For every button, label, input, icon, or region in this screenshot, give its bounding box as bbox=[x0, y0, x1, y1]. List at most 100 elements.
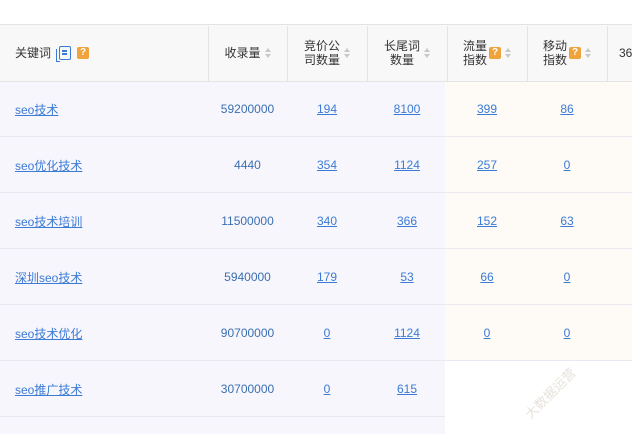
cell-traffic: 399 bbox=[447, 81, 527, 137]
keyword-link[interactable]: 深圳seo技术 bbox=[15, 269, 82, 286]
cell-competitors-value[interactable]: 194 bbox=[317, 102, 337, 116]
cell-volume-value: 30700000 bbox=[220, 382, 275, 396]
cell-volume-value: 5940000 bbox=[224, 270, 271, 284]
cell-mobile: 0 bbox=[527, 137, 607, 193]
header-traffic[interactable]: 流量 指数 ? bbox=[447, 25, 527, 81]
cell-traffic: 0 bbox=[447, 305, 527, 361]
cell-volume: 4440 bbox=[208, 137, 287, 193]
cell-competitors: 0 bbox=[287, 305, 367, 361]
cell-longtail: 1124 bbox=[367, 305, 447, 361]
table-header: 关键词 ? 收录量 竞价公 司数量 长尾词 数量 流量 指数 ? 移动 指数 ?… bbox=[0, 24, 632, 82]
keyword-link[interactable]: seo推广技术 bbox=[15, 381, 82, 398]
cell-volume-value: 59200000 bbox=[220, 102, 275, 116]
keyword-link[interactable]: seo优化技术 bbox=[15, 157, 82, 174]
cell-traffic bbox=[447, 361, 527, 417]
header-mobile-label: 移动 指数 bbox=[542, 39, 567, 67]
header-traffic-label: 流量 指数 bbox=[462, 39, 487, 67]
table-row: seo优化技术 4440 354 1124 257 0 bbox=[0, 137, 632, 193]
cell-competitors-value[interactable]: 340 bbox=[317, 214, 337, 228]
help-icon[interactable]: ? bbox=[77, 47, 90, 59]
row-divider bbox=[0, 416, 445, 417]
table-row: seo技术 59200000 194 8100 399 86 bbox=[0, 81, 632, 137]
cell-mobile-value[interactable]: 86 bbox=[560, 102, 573, 116]
cell-longtail-value[interactable]: 8100 bbox=[394, 102, 421, 116]
cell-keyword: seo技术 bbox=[15, 81, 58, 137]
header-longtail[interactable]: 长尾词 数量 bbox=[367, 25, 447, 81]
cell-traffic-value[interactable]: 66 bbox=[480, 270, 493, 284]
cell-volume: 5940000 bbox=[208, 249, 287, 305]
copy-icon[interactable] bbox=[56, 46, 72, 62]
cell-longtail: 8100 bbox=[367, 81, 447, 137]
cell-competitors-value[interactable]: 179 bbox=[317, 270, 337, 284]
sort-icon[interactable] bbox=[264, 48, 271, 58]
cell-longtail-value[interactable]: 53 bbox=[400, 270, 413, 284]
cell-competitors: 179 bbox=[287, 249, 367, 305]
table-row: seo技术优化 90700000 0 1124 0 0 bbox=[0, 305, 632, 361]
cell-keyword: seo优化技术 bbox=[15, 137, 82, 193]
cell-longtail: 615 bbox=[367, 361, 447, 417]
header-volume[interactable]: 收录量 bbox=[208, 25, 287, 81]
cell-keyword: seo技术优化 bbox=[15, 305, 82, 361]
cell-competitors: 194 bbox=[287, 81, 367, 137]
cell-mobile-value[interactable]: 63 bbox=[560, 214, 573, 228]
header-competitors[interactable]: 竞价公 司数量 bbox=[287, 25, 367, 81]
keyword-link[interactable]: seo技术培训 bbox=[15, 213, 82, 230]
cell-mobile-value[interactable]: 0 bbox=[564, 158, 571, 172]
header-keyword: 关键词 ? bbox=[0, 25, 208, 81]
cell-keyword: seo推广技术 bbox=[15, 361, 82, 417]
keyword-table: 关键词 ? 收录量 竞价公 司数量 长尾词 数量 流量 指数 ? 移动 指数 ?… bbox=[0, 24, 632, 434]
sort-icon[interactable] bbox=[344, 48, 350, 58]
help-icon[interactable]: ? bbox=[569, 47, 581, 59]
cell-longtail-value[interactable]: 366 bbox=[397, 214, 417, 228]
header-extra-label: 36 bbox=[619, 46, 632, 60]
cell-mobile-value[interactable]: 0 bbox=[564, 326, 571, 340]
cell-competitors: 0 bbox=[287, 361, 367, 417]
cell-mobile: 0 bbox=[527, 305, 607, 361]
cell-keyword: 深圳seo技术 bbox=[15, 249, 82, 305]
cell-competitors-value[interactable]: 0 bbox=[324, 382, 331, 396]
cell-longtail: 366 bbox=[367, 193, 447, 249]
cell-traffic-value[interactable]: 0 bbox=[484, 326, 491, 340]
cell-competitors-value[interactable]: 0 bbox=[324, 326, 331, 340]
sort-icon[interactable] bbox=[424, 48, 430, 58]
cell-mobile: 63 bbox=[527, 193, 607, 249]
cell-competitors-value[interactable]: 354 bbox=[317, 158, 337, 172]
header-longtail-label: 长尾词 数量 bbox=[383, 39, 420, 67]
table-row: 深圳seo技术 5940000 179 53 66 0 bbox=[0, 249, 632, 305]
cell-traffic: 257 bbox=[447, 137, 527, 193]
keyword-link[interactable]: seo技术 bbox=[15, 101, 58, 118]
cell-traffic: 152 bbox=[447, 193, 527, 249]
cell-longtail: 1124 bbox=[367, 137, 447, 193]
cell-competitors: 354 bbox=[287, 137, 367, 193]
cell-longtail-value[interactable]: 615 bbox=[397, 382, 417, 396]
cell-traffic-value[interactable]: 152 bbox=[477, 214, 497, 228]
header-mobile[interactable]: 移动 指数 ? bbox=[527, 25, 607, 81]
cell-volume-value: 90700000 bbox=[220, 326, 275, 340]
cell-mobile: 0 bbox=[527, 249, 607, 305]
cell-volume-value: 4440 bbox=[234, 158, 261, 172]
cell-longtail-value[interactable]: 1124 bbox=[394, 158, 420, 172]
help-icon[interactable]: ? bbox=[489, 47, 501, 59]
sort-icon[interactable] bbox=[505, 48, 511, 58]
cell-traffic: 66 bbox=[447, 249, 527, 305]
cell-mobile: 86 bbox=[527, 81, 607, 137]
header-competitors-label: 竞价公 司数量 bbox=[303, 39, 340, 67]
cell-traffic-value[interactable]: 399 bbox=[477, 102, 497, 116]
cell-traffic-value[interactable]: 257 bbox=[477, 158, 497, 172]
cell-volume: 30700000 bbox=[208, 361, 287, 417]
cell-volume-value: 11500000 bbox=[221, 214, 274, 228]
header-extra: 36 bbox=[607, 25, 632, 81]
table-row: seo技术培训 11500000 340 366 152 63 bbox=[0, 193, 632, 249]
keyword-link[interactable]: seo技术优化 bbox=[15, 325, 82, 342]
cell-competitors: 340 bbox=[287, 193, 367, 249]
cell-mobile-value[interactable]: 0 bbox=[564, 270, 571, 284]
header-keyword-label: 关键词 bbox=[15, 46, 52, 60]
cell-volume: 11500000 bbox=[208, 193, 287, 249]
cell-longtail-value[interactable]: 1124 bbox=[394, 326, 420, 340]
cell-longtail: 53 bbox=[367, 249, 447, 305]
header-volume-label: 收录量 bbox=[224, 46, 261, 60]
cell-volume: 90700000 bbox=[208, 305, 287, 361]
cell-keyword: seo技术培训 bbox=[15, 193, 82, 249]
sort-icon[interactable] bbox=[585, 48, 591, 58]
cell-volume: 59200000 bbox=[208, 81, 287, 137]
